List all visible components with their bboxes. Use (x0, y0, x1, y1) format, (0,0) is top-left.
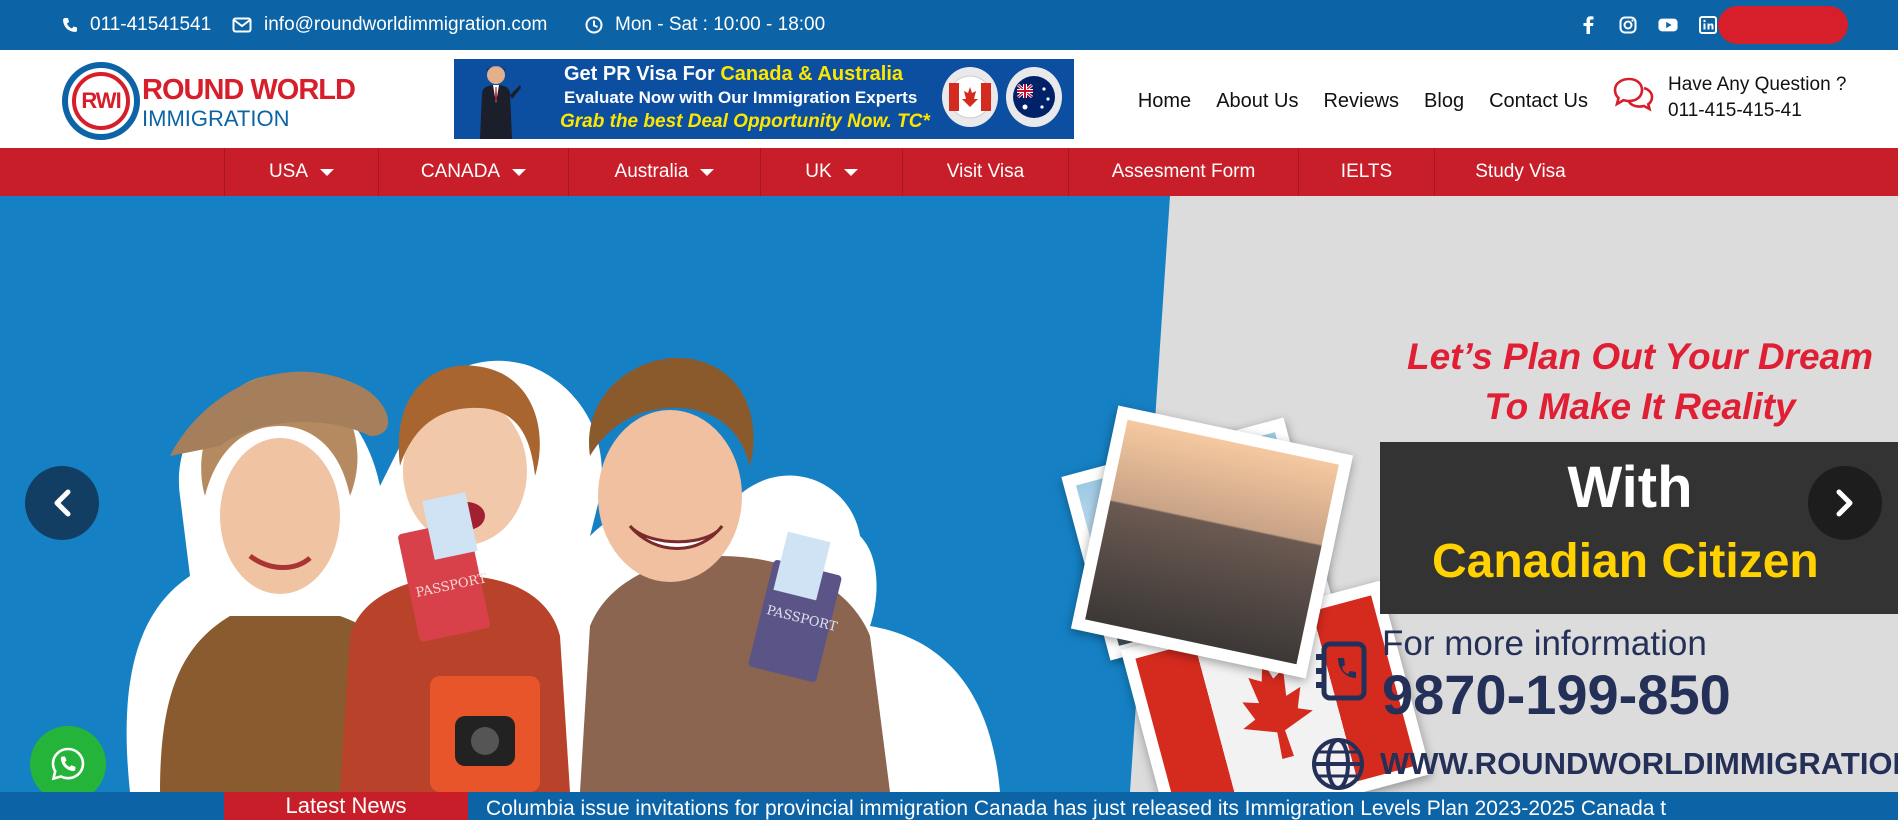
ad-line-1-prefix: Get PR Visa For (564, 63, 721, 85)
nav-reviews[interactable]: Reviews (1323, 90, 1399, 113)
whatsapp-button[interactable] (30, 726, 106, 802)
news-ticker[interactable]: Columbia issue invitations for provincia… (486, 792, 1666, 820)
nav-australia[interactable]: Australia (568, 148, 760, 196)
nav-study-visa-label: Study Visa (1475, 161, 1566, 182)
chevron-left-icon (54, 489, 71, 517)
caret-down-icon (320, 168, 335, 176)
businessman-image (480, 66, 521, 139)
slider-next-button[interactable] (1808, 466, 1882, 540)
caret-down-icon (512, 168, 527, 176)
logo-mark-text: RWI (72, 72, 130, 130)
ad-line-2: Evaluate Now with Our Immigration Expert… (564, 88, 918, 107)
phone-book-icon (1316, 641, 1367, 701)
nav-visit-visa-label: Visit Visa (946, 161, 1025, 182)
hero-slogan: Let’s Plan Out Your Dream To Make It Rea… (1390, 332, 1890, 432)
news-bar: Latest News Columbia issue invitations f… (0, 792, 1898, 820)
topbar-hours: Mon - Sat : 10:00 - 18:00 (585, 0, 825, 50)
slider-prev-button[interactable] (25, 466, 99, 540)
hero-slogan-line-1: Let’s Plan Out Your Dream (1406, 336, 1874, 377)
nav-visit-visa[interactable]: Visit Visa (902, 148, 1068, 196)
hero-canadian-citizen: Canadian Citizen (1432, 535, 1819, 588)
site-logo[interactable]: RWI ROUND WORLD IMMIGRATION (62, 62, 362, 142)
hero-slogan-line-2: To Make It Reality (1484, 386, 1796, 427)
topbar-email-text: info@roundworldimmigration.com (264, 14, 548, 35)
youtube-icon[interactable] (1658, 15, 1678, 35)
australia-flag-pin-icon (1006, 67, 1062, 127)
linkedin-icon[interactable] (1698, 15, 1718, 35)
country-nav: USA CANADA Australia UK Visit Visa Asses… (0, 148, 1898, 196)
topbar-phone[interactable]: 011-41541541 (62, 0, 211, 50)
ad-banner[interactable]: Get PR Visa For Canada & Australia Evalu… (454, 59, 1074, 139)
globe-icon (1312, 738, 1364, 790)
nav-canada-label: CANADA (420, 161, 501, 182)
email-icon (232, 17, 252, 33)
nav-ielts-label: IELTS (1340, 161, 1393, 182)
instagram-icon[interactable] (1618, 15, 1638, 35)
topbar-phone-text: 011-41541541 (90, 14, 212, 35)
topbar-cta-button[interactable] (1718, 6, 1848, 44)
city-sunset-photo (1070, 405, 1354, 679)
nav-uk-label: UK (805, 161, 832, 182)
nav-assesment-form[interactable]: Assesment Form (1068, 148, 1298, 196)
nav-about-us[interactable]: About Us (1216, 90, 1298, 113)
topbar-email[interactable]: info@roundworldimmigration.com (232, 0, 547, 50)
latest-news-label: Latest News (224, 792, 468, 820)
phone-icon (63, 18, 77, 32)
question-phone: 011-415-415-41 (1668, 100, 1802, 121)
hero-website-url[interactable]: WWW.ROUNDWORLDIMMIGRATION.COM (1380, 746, 1898, 782)
logo-mark: RWI (62, 62, 140, 140)
site-header: RWI ROUND WORLD IMMIGRATION Get PR Visa … (0, 50, 1898, 148)
nav-blog[interactable]: Blog (1424, 90, 1464, 113)
ad-line-1: Get PR Visa For Canada & Australia (564, 63, 903, 86)
topbar-hours-text: Mon - Sat : 10:00 - 18:00 (615, 14, 826, 35)
caret-down-icon (700, 168, 715, 176)
hero-slider: PASSPORT PASSPORT Let’s Plan Out Your Dr… (0, 196, 1898, 792)
question-label: Have Any Question ? (1668, 74, 1847, 95)
ad-line-3: Grab the best Deal Opportunity Now. TC* (560, 111, 930, 132)
top-bar: 011-41541541 info@roundworldimmigration.… (0, 0, 1898, 50)
chevron-right-icon (1836, 489, 1853, 517)
hero-phone-number[interactable]: 9870-199-850 (1382, 662, 1731, 727)
logo-subtitle: IMMIGRATION (142, 106, 290, 131)
hero-more-info: For more information (1382, 624, 1707, 663)
chat-bubbles-icon (1613, 77, 1654, 112)
nav-assesment-form-label: Assesment Form (1111, 161, 1256, 182)
logo-title: ROUND WORLD (142, 74, 356, 106)
nav-uk[interactable]: UK (760, 148, 902, 196)
whatsapp-icon (51, 747, 85, 781)
main-nav: Home About Us Reviews Blog Contact Us (1138, 90, 1588, 113)
nav-canada[interactable]: CANADA (378, 148, 568, 196)
hero-with: With (1567, 455, 1693, 520)
social-links (1578, 0, 1718, 50)
nav-usa[interactable]: USA (224, 148, 378, 196)
nav-australia-label: Australia (614, 161, 689, 182)
clock-icon (585, 16, 603, 34)
facebook-icon[interactable] (1578, 15, 1598, 35)
nav-home[interactable]: Home (1138, 90, 1191, 113)
nav-contact-us[interactable]: Contact Us (1489, 90, 1588, 113)
ad-line-1-highlight: Canada & Australia (720, 63, 904, 85)
caret-down-icon (843, 168, 858, 176)
nav-study-visa[interactable]: Study Visa (1434, 148, 1606, 196)
canada-flag-pin-icon (942, 67, 998, 127)
nav-ielts[interactable]: IELTS (1298, 148, 1434, 196)
nav-usa-label: USA (268, 161, 309, 182)
